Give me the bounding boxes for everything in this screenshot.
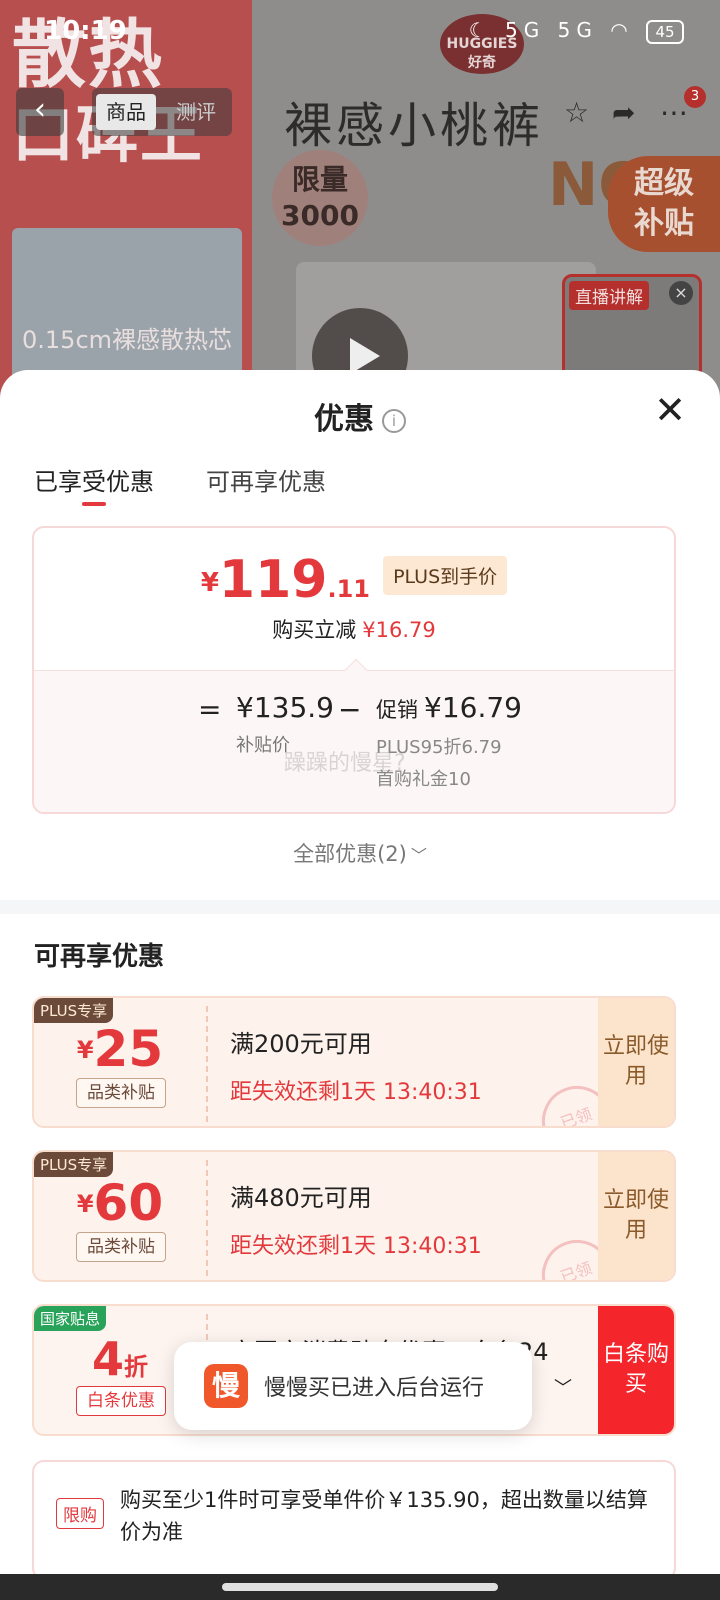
nav-actions: ☆ ➦ ⋯ 3 xyxy=(554,86,706,136)
price-integer: 119 xyxy=(218,550,328,610)
super-subsidy-badge: 超级 补贴 xyxy=(608,156,720,252)
toast-message: 慢慢买已进入后台运行 xyxy=(264,1376,485,1401)
coupon-expiry: 距失效还剩1天 13:40:31 xyxy=(230,1234,482,1259)
coupon-kind: 品类补贴 xyxy=(76,1232,166,1262)
close-live-icon[interactable]: × xyxy=(669,281,693,305)
back-arrow-icon: ‹ xyxy=(34,92,46,127)
status-time: 10:19 xyxy=(44,16,127,46)
coupon-expiry: 距失效还剩1天 13:40:31 xyxy=(230,1080,482,1105)
wifi-icon: ◠ xyxy=(610,18,634,42)
coupon-divider xyxy=(206,1160,208,1276)
promo-amount: 促销 ¥16.79 xyxy=(376,691,522,724)
close-button[interactable]: ✕ xyxy=(650,390,690,430)
limited-badge-line2: 3000 xyxy=(281,199,359,232)
coupon-unit: 折 xyxy=(124,1353,148,1381)
status-icons: ☾ 5G 5G ◠ 45 xyxy=(469,18,684,44)
coupon-card: PLUS专享 ¥60 品类补贴 满480元可用 距失效还剩1天 13:40:31… xyxy=(32,1150,676,1282)
product-tabs: 商品 测评 xyxy=(92,88,232,136)
baitiao-buy-button[interactable]: 白条购买 xyxy=(598,1306,674,1434)
price-breakdown-card: ¥119.11 PLUS到手价 购买立减 ¥16.79 = ¥135.9 补贴价 … xyxy=(32,526,676,814)
use-now-button[interactable]: 立即使用 xyxy=(598,1152,674,1280)
section-divider xyxy=(0,900,720,914)
coupon-divider xyxy=(206,1006,208,1122)
all-promos-label: 全部优惠(2) xyxy=(293,842,407,866)
sheet-title: 优惠 i xyxy=(0,394,720,438)
back-button[interactable]: ‹ xyxy=(16,88,64,136)
reduction-label: 购买立减 xyxy=(272,618,357,642)
national-subsidy-ribbon: 国家贴息 xyxy=(34,1306,107,1331)
notification-badge: 3 xyxy=(684,86,706,108)
section-title: 可再享优惠 xyxy=(34,942,165,972)
battery-icon: 45 xyxy=(646,19,684,44)
promo-label: 促销 xyxy=(376,698,418,722)
home-indicator[interactable] xyxy=(222,1583,498,1591)
live-label: 直播讲解 xyxy=(569,281,649,310)
all-promos-toggle[interactable]: 全部优惠(2) ﹀ xyxy=(0,838,720,868)
close-icon: ✕ xyxy=(654,388,686,432)
price-decimal: .11 xyxy=(327,575,370,603)
limit-text: 购买至少1件时可享受单件价￥135.90，超出数量以结算价为准 xyxy=(120,1488,648,1544)
chevron-down-icon[interactable]: ﹀ xyxy=(554,1374,572,1400)
subsidy-price: ¥135.9 xyxy=(236,691,334,724)
signal-5g-1: 5G xyxy=(505,18,546,42)
limited-badge: 限量 3000 xyxy=(272,150,368,246)
tab-more-promos[interactable]: 可再享优惠 xyxy=(206,462,326,497)
reduction-value: ¥16.79 xyxy=(362,618,436,642)
coupon-condition: 满200元可用 xyxy=(230,1030,372,1058)
background-run-toast: 慢 慢慢买已进入后台运行 xyxy=(174,1342,532,1430)
share-icon[interactable]: ➦ xyxy=(612,96,635,129)
coupon-currency: ¥ xyxy=(76,1190,94,1218)
coupon-value: 4 xyxy=(91,1332,124,1386)
coupon-kind: 品类补贴 xyxy=(76,1078,166,1108)
coupon-value: 60 xyxy=(93,1174,164,1232)
active-tab-indicator xyxy=(82,502,106,506)
watermark: 躁躁的慢星? xyxy=(284,751,406,776)
instant-reduction: 购买立减 ¥16.79 xyxy=(34,614,674,644)
coupon-amount: ¥60 xyxy=(34,1174,206,1232)
equals-sign: = xyxy=(198,693,222,726)
manmanmai-app-icon: 慢 xyxy=(204,1364,248,1408)
coupon-currency: ¥ xyxy=(76,1036,94,1064)
tab-enjoyed-promos[interactable]: 已享受优惠 xyxy=(34,462,154,497)
final-price-section: ¥119.11 PLUS到手价 购买立减 ¥16.79 xyxy=(34,528,674,670)
limit-tag: 限购 xyxy=(56,1498,104,1529)
tab-product[interactable]: 商品 xyxy=(96,94,156,130)
tab-review[interactable]: 测评 xyxy=(166,94,226,130)
price-calculation: = ¥135.9 补贴价 − 促销 ¥16.79 PLUS95折6.79 首购礼金… xyxy=(34,670,674,812)
status-bar: 10:19 ☾ 5G 5G ◠ 45 xyxy=(0,0,720,66)
super-subsidy-line2: 补贴 xyxy=(634,206,694,241)
gesture-bar xyxy=(0,1574,720,1600)
coupon-card: PLUS专享 ¥25 品类补贴 满200元可用 距失效还剩1天 13:40:31… xyxy=(32,996,676,1128)
moon-icon: ☾ xyxy=(468,18,493,42)
minus-sign: − xyxy=(338,693,362,726)
coupon-condition: 满480元可用 xyxy=(230,1184,372,1212)
use-now-button[interactable]: 立即使用 xyxy=(598,998,674,1126)
super-subsidy-line1: 超级 xyxy=(634,166,694,201)
limited-badge-line1: 限量 xyxy=(291,163,348,196)
coupon-kind: 白条优惠 xyxy=(76,1386,166,1416)
price-currency: ¥ xyxy=(200,568,219,598)
purchase-limit-card: 限购 购买至少1件时可享受单件价￥135.90，超出数量以结算价为准 xyxy=(32,1460,676,1580)
final-price-row: ¥119.11 PLUS到手价 xyxy=(34,550,674,610)
favorite-star-icon[interactable]: ☆ xyxy=(564,96,589,129)
info-icon[interactable]: i xyxy=(382,409,406,433)
banner-subtitle: 0.15cm裸感散热芯 xyxy=(22,326,233,354)
chevron-down-icon: ﹀ xyxy=(410,846,427,865)
subsidy-price-label: 补贴价 xyxy=(236,735,290,756)
signal-5g-2: 5G xyxy=(557,18,598,42)
sheet-title-text: 优惠 xyxy=(314,402,374,437)
promo-tabs: 已享受优惠 可再享优惠 xyxy=(34,462,684,512)
promo-value: ¥16.79 xyxy=(424,691,522,724)
coupon-amount: ¥25 xyxy=(34,1020,206,1078)
plus-price-tag: PLUS到手价 xyxy=(383,556,508,595)
product-title-overlay: 裸感小桃裤 xyxy=(284,98,545,154)
coupon-value: 25 xyxy=(93,1020,164,1078)
